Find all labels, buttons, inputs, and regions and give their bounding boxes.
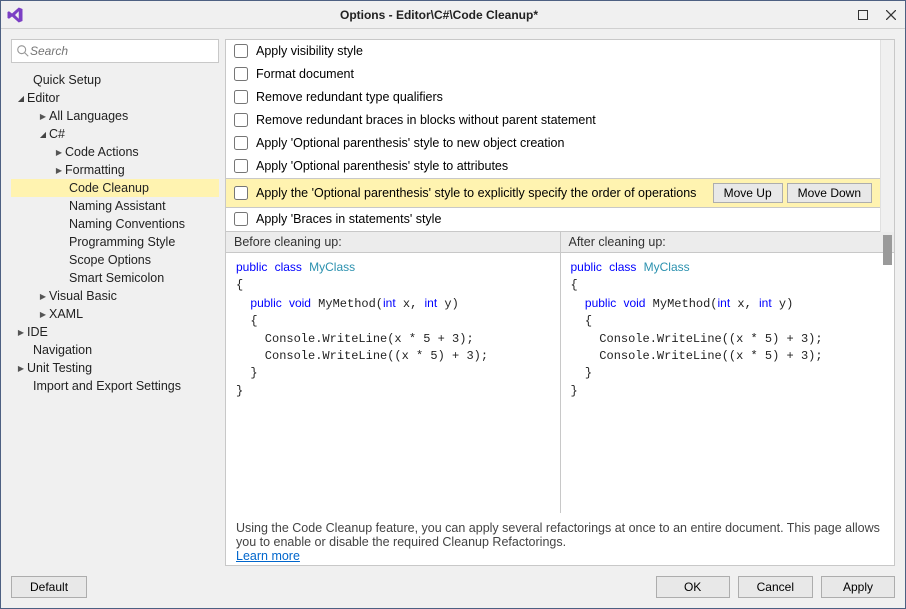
check-label: Apply 'Optional parenthesis' style to at… bbox=[256, 159, 508, 173]
tree-label: Code Cleanup bbox=[69, 181, 149, 195]
preview-before-code: public class MyClass { public void MyMet… bbox=[226, 253, 560, 513]
default-button[interactable]: Default bbox=[11, 576, 87, 598]
options-window: Options - Editor\C#\Code Cleanup* Quick … bbox=[0, 0, 906, 609]
tree-label: Code Actions bbox=[65, 145, 139, 159]
preview-after-header: After cleaning up: bbox=[561, 232, 895, 253]
check-remove-braces[interactable]: Remove redundant braces in blocks withou… bbox=[226, 109, 880, 132]
checkbox[interactable] bbox=[234, 212, 248, 226]
checkbox[interactable] bbox=[234, 67, 248, 81]
vs-logo-icon bbox=[1, 1, 29, 29]
checkbox[interactable] bbox=[234, 186, 248, 200]
tree-quick-setup[interactable]: Quick Setup bbox=[11, 71, 219, 89]
tree-label: Unit Testing bbox=[27, 361, 92, 375]
button-bar: Default OK Cancel Apply bbox=[1, 566, 905, 608]
description: Using the Code Cleanup feature, you can … bbox=[226, 513, 894, 565]
checkbox[interactable] bbox=[234, 90, 248, 104]
tree-all-languages[interactable]: All Languages bbox=[11, 107, 219, 125]
scrollbar[interactable] bbox=[880, 40, 894, 232]
check-paren-object[interactable]: Apply 'Optional parenthesis' style to ne… bbox=[226, 132, 880, 155]
tree-code-actions[interactable]: Code Actions bbox=[11, 143, 219, 161]
tree-smart-semicolon[interactable]: Smart Semicolon bbox=[11, 269, 219, 287]
tree-label: Programming Style bbox=[69, 235, 175, 249]
preview-row: Before cleaning up: public class MyClass… bbox=[226, 232, 894, 513]
check-label: Apply 'Braces in statements' style bbox=[256, 212, 441, 226]
tree-label: Visual Basic bbox=[49, 289, 117, 303]
tree-label: Smart Semicolon bbox=[69, 271, 164, 285]
preview-before-header: Before cleaning up: bbox=[226, 232, 560, 253]
checkbox[interactable] bbox=[234, 113, 248, 127]
tree-label: Import and Export Settings bbox=[33, 379, 181, 393]
tree-label: All Languages bbox=[49, 109, 128, 123]
move-down-button[interactable]: Move Down bbox=[787, 183, 872, 203]
checkbox[interactable] bbox=[234, 136, 248, 150]
close-button[interactable] bbox=[877, 4, 905, 26]
check-paren-order[interactable]: Apply the 'Optional parenthesis' style t… bbox=[226, 178, 880, 208]
tree-label: Navigation bbox=[33, 343, 92, 357]
window-title: Options - Editor\C#\Code Cleanup* bbox=[29, 8, 849, 22]
preview-after: After cleaning up: public class MyClass … bbox=[561, 232, 895, 513]
check-paren-attr[interactable]: Apply 'Optional parenthesis' style to at… bbox=[226, 155, 880, 178]
learn-more-link[interactable]: Learn more bbox=[236, 549, 300, 563]
check-braces-statements[interactable]: Apply 'Braces in statements' style bbox=[226, 208, 880, 231]
check-label: Format document bbox=[256, 67, 354, 81]
ok-button[interactable]: OK bbox=[656, 576, 730, 598]
tree-editor[interactable]: Editor bbox=[11, 89, 219, 107]
tree-naming-assistant[interactable]: Naming Assistant bbox=[11, 197, 219, 215]
tree-ide[interactable]: IDE bbox=[11, 323, 219, 341]
scrollbar-thumb[interactable] bbox=[883, 235, 892, 265]
titlebar: Options - Editor\C#\Code Cleanup* bbox=[1, 1, 905, 29]
tree-label: Quick Setup bbox=[33, 73, 101, 87]
preview-after-code: public class MyClass { public void MyMet… bbox=[561, 253, 895, 513]
check-label: Apply visibility style bbox=[256, 44, 363, 58]
check-remove-qualifiers[interactable]: Remove redundant type qualifiers bbox=[226, 86, 880, 109]
check-label: Apply the 'Optional parenthesis' style t… bbox=[256, 186, 696, 200]
tree-code-cleanup[interactable]: Code Cleanup bbox=[11, 179, 219, 197]
tree-import-export[interactable]: Import and Export Settings bbox=[11, 377, 219, 395]
tree-label: Scope Options bbox=[69, 253, 151, 267]
cleanup-options-list: Apply visibility style Format document R… bbox=[226, 40, 880, 232]
cancel-button[interactable]: Cancel bbox=[738, 576, 813, 598]
search-box[interactable] bbox=[11, 39, 219, 63]
search-icon bbox=[16, 44, 30, 58]
check-apply-visibility[interactable]: Apply visibility style bbox=[226, 40, 880, 63]
tree-navigation[interactable]: Navigation bbox=[11, 341, 219, 359]
options-tree: Quick Setup Editor All Languages C# Code… bbox=[11, 71, 219, 566]
tree-formatting[interactable]: Formatting bbox=[11, 161, 219, 179]
apply-button[interactable]: Apply bbox=[821, 576, 895, 598]
description-text: Using the Code Cleanup feature, you can … bbox=[236, 521, 880, 549]
main-panel: Apply visibility style Format document R… bbox=[225, 39, 895, 566]
preview-before: Before cleaning up: public class MyClass… bbox=[226, 232, 561, 513]
check-label: Remove redundant braces in blocks withou… bbox=[256, 113, 596, 127]
tree-programming-style[interactable]: Programming Style bbox=[11, 233, 219, 251]
checkbox[interactable] bbox=[234, 159, 248, 173]
search-input[interactable] bbox=[30, 44, 214, 58]
tree-label: Editor bbox=[27, 91, 60, 105]
move-up-button[interactable]: Move Up bbox=[713, 183, 783, 203]
tree-scope-options[interactable]: Scope Options bbox=[11, 251, 219, 269]
tree-label: IDE bbox=[27, 325, 48, 339]
tree-label: Formatting bbox=[65, 163, 125, 177]
tree-xaml[interactable]: XAML bbox=[11, 305, 219, 323]
tree-unit-testing[interactable]: Unit Testing bbox=[11, 359, 219, 377]
tree-label: XAML bbox=[49, 307, 83, 321]
tree-visual-basic[interactable]: Visual Basic bbox=[11, 287, 219, 305]
check-format-document[interactable]: Format document bbox=[226, 63, 880, 86]
tree-label: Naming Assistant bbox=[69, 199, 166, 213]
check-label: Remove redundant type qualifiers bbox=[256, 90, 443, 104]
tree-label: C# bbox=[49, 127, 65, 141]
tree-csharp[interactable]: C# bbox=[11, 125, 219, 143]
tree-naming-conventions[interactable]: Naming Conventions bbox=[11, 215, 219, 233]
maximize-button[interactable] bbox=[849, 4, 877, 26]
check-label: Apply 'Optional parenthesis' style to ne… bbox=[256, 136, 564, 150]
sidebar: Quick Setup Editor All Languages C# Code… bbox=[11, 39, 219, 566]
checkbox[interactable] bbox=[234, 44, 248, 58]
tree-label: Naming Conventions bbox=[69, 217, 185, 231]
